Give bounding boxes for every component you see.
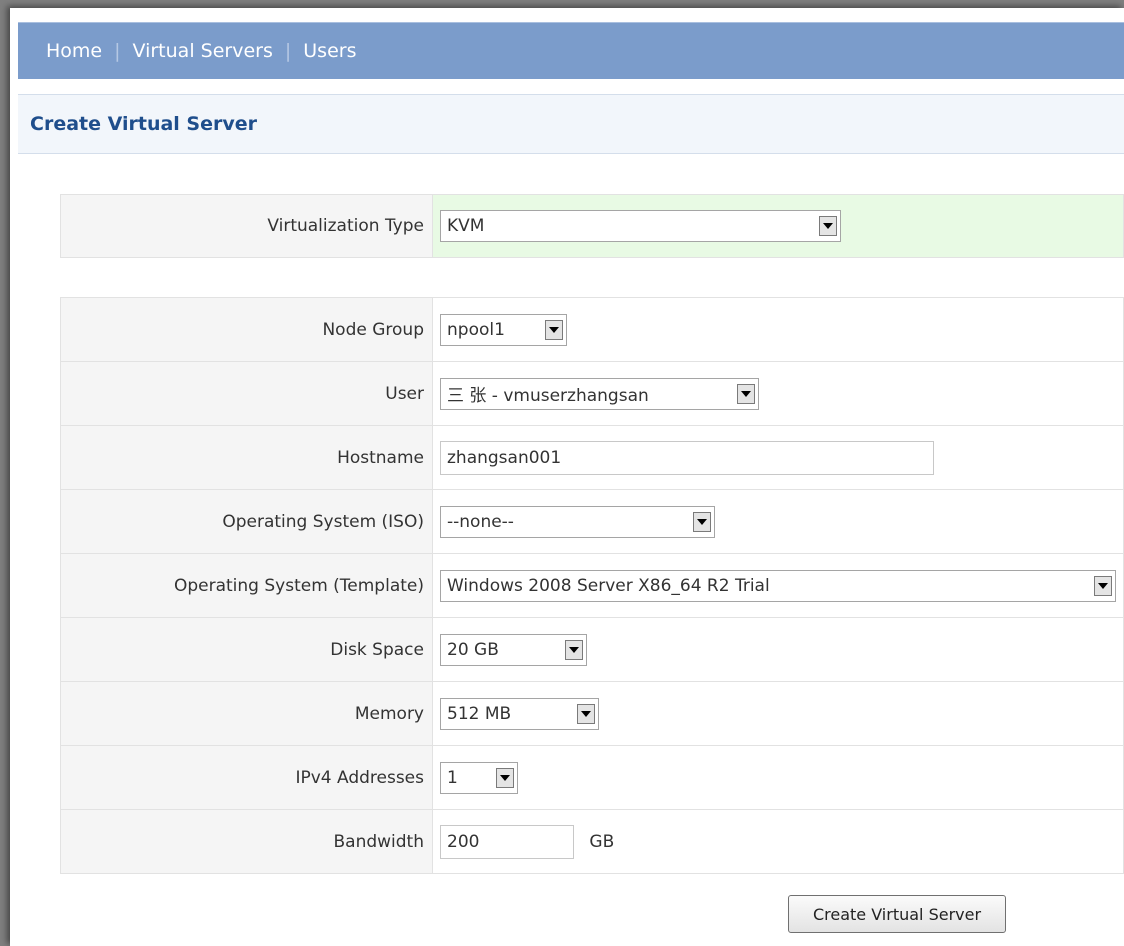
chevron-down-icon — [1094, 575, 1112, 596]
form-row-hostname: Hostname zhangsan001 — [60, 425, 1124, 490]
server-settings-table: Node Group npool1 User 三 张 - vmuserzhang… — [60, 297, 1124, 874]
form-row-bandwidth: Bandwidth 200 GB — [60, 809, 1124, 874]
form-row-os-iso: Operating System (ISO) --none-- — [60, 489, 1124, 554]
create-virtual-server-button[interactable]: Create Virtual Server — [788, 895, 1006, 933]
user-label: User — [60, 361, 433, 426]
bandwidth-input[interactable]: 200 — [440, 824, 574, 859]
form-row-memory: Memory 512 MB — [60, 681, 1124, 746]
os-iso-select[interactable]: --none-- — [440, 505, 715, 538]
virtualization-table: Virtualization Type KVM — [60, 194, 1124, 258]
disk-space-select[interactable]: 20 GB — [440, 633, 587, 666]
page-title: Create Virtual Server — [30, 113, 257, 135]
memory-label: Memory — [60, 681, 433, 746]
node-group-label: Node Group — [60, 297, 433, 362]
hostname-input[interactable]: zhangsan001 — [440, 440, 934, 475]
page-header: Create Virtual Server — [18, 94, 1124, 154]
os-template-select[interactable]: Windows 2008 Server X86_64 R2 Trial — [440, 569, 1116, 602]
ipv4-label: IPv4 Addresses — [60, 745, 433, 810]
disk-space-label: Disk Space — [60, 617, 433, 682]
form-row-ipv4: IPv4 Addresses 1 — [60, 745, 1124, 810]
nav-virtual-servers-link[interactable]: Virtual Servers — [133, 40, 273, 62]
chevron-down-icon — [577, 703, 595, 724]
user-select[interactable]: 三 张 - vmuserzhangsan — [440, 377, 759, 410]
form-row-virtualization: Virtualization Type KVM — [60, 194, 1124, 258]
node-group-select[interactable]: npool1 — [440, 313, 567, 346]
ipv4-select[interactable]: 1 — [440, 761, 518, 794]
nav-separator: | — [114, 40, 121, 62]
disk-space-value: 20 GB — [447, 639, 499, 660]
chevron-down-icon — [545, 319, 563, 340]
nav-users-link[interactable]: Users — [303, 40, 356, 62]
chevron-down-icon — [496, 767, 514, 788]
nav-separator: | — [284, 40, 292, 62]
nav-home-link[interactable]: Home — [46, 40, 102, 62]
bandwidth-label: Bandwidth — [60, 809, 433, 874]
top-navbar: Home | Virtual Servers | Users — [18, 22, 1124, 79]
memory-value: 512 MB — [447, 703, 512, 724]
memory-select[interactable]: 512 MB — [440, 697, 599, 730]
os-template-label: Operating System (Template) — [60, 553, 433, 618]
chevron-down-icon — [565, 639, 583, 660]
chevron-down-icon — [737, 383, 755, 404]
node-group-value: npool1 — [447, 319, 505, 340]
os-template-value: Windows 2008 Server X86_64 R2 Trial — [447, 575, 770, 596]
form-row-user: User 三 张 - vmuserzhangsan — [60, 361, 1124, 426]
virtualization-type-select[interactable]: KVM — [440, 210, 841, 242]
form-row-disk-space: Disk Space 20 GB — [60, 617, 1124, 682]
os-iso-value: --none-- — [447, 511, 514, 532]
chevron-down-icon — [819, 216, 837, 236]
virtualization-type-cell: KVM — [432, 194, 1124, 258]
hostname-label: Hostname — [60, 425, 433, 490]
user-value: 三 张 - vmuserzhangsan — [447, 386, 649, 406]
form-row-node-group: Node Group npool1 — [60, 297, 1124, 362]
virtualization-type-value: KVM — [447, 216, 485, 236]
virtualization-type-label: Virtualization Type — [60, 194, 433, 258]
ipv4-value: 1 — [447, 767, 458, 788]
os-iso-label: Operating System (ISO) — [60, 489, 433, 554]
chevron-down-icon — [693, 511, 711, 532]
form-row-os-template: Operating System (Template) Windows 2008… — [60, 553, 1124, 618]
bandwidth-unit: GB — [589, 831, 615, 852]
browser-frame: Home | Virtual Servers | Users Create Vi… — [10, 8, 1124, 946]
